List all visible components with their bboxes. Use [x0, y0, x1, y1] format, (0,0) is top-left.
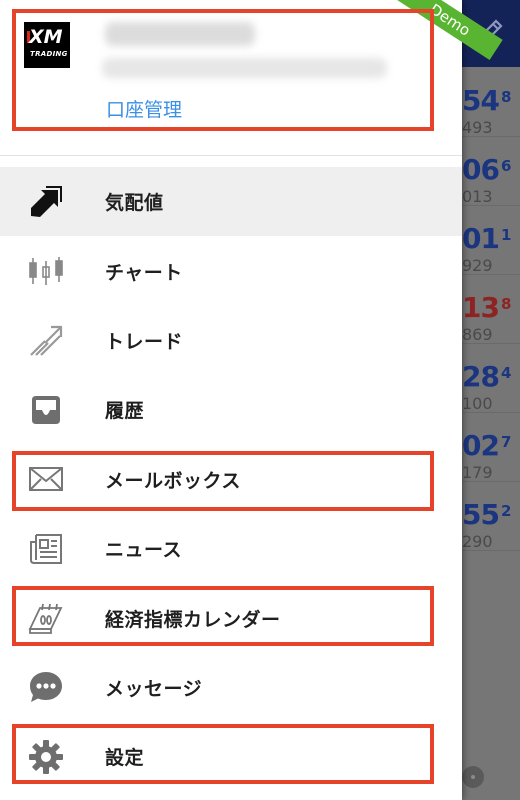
menu-label: トレード [105, 330, 184, 353]
quote-sub-price: 100 [462, 394, 493, 413]
quote-row[interactable]: 54 8 493 [462, 68, 520, 137]
quote-row[interactable]: 02 7 179 [462, 413, 520, 482]
quote-price: 06 6 [462, 153, 511, 186]
history-icon [27, 391, 65, 429]
menu-item-history[interactable]: 履歴 [0, 375, 462, 444]
quote-row[interactable]: 13 8 869 [462, 275, 520, 344]
quotes-icon [27, 183, 65, 221]
menu-item-chart[interactable]: チャート [0, 236, 462, 305]
quote-row[interactable]: 06 6 013 [462, 137, 520, 206]
quote-price: 02 7 [462, 429, 511, 462]
highlight-mailbox-box [12, 451, 434, 511]
menu-item-news[interactable]: ニュース [0, 514, 462, 583]
menu-label: 履歴 [105, 400, 145, 423]
quote-price: 55 2 [462, 498, 511, 531]
quotes-background: 54 8 493 06 6 013 01 1 929 13 8 869 28 4 100 … [462, 0, 520, 800]
menu-item-trade[interactable]: トレード [0, 306, 462, 375]
menu-item-message[interactable]: メッセージ [0, 653, 462, 722]
menu-label: 気配値 [105, 192, 164, 215]
quote-row[interactable]: 28 4 100 [462, 344, 520, 413]
news-icon [27, 530, 65, 568]
quote-price: 13 8 [462, 291, 511, 324]
quote-sub-price: 869 [462, 325, 493, 344]
menu-label: ニュース [105, 539, 183, 562]
quote-price: 01 1 [462, 222, 511, 255]
highlight-account-box [12, 9, 434, 131]
highlight-settings-box [12, 724, 434, 784]
quote-sub-price: 179 [462, 463, 493, 482]
quote-sub-price: 493 [462, 118, 493, 137]
chart-icon [27, 252, 65, 290]
quote-sub-price: 929 [462, 256, 493, 275]
trade-icon [27, 321, 65, 359]
message-icon [27, 668, 65, 706]
quote-price: 28 4 [462, 360, 511, 393]
quote-price: 54 8 [462, 84, 511, 117]
quote-sub-price: 013 [462, 187, 493, 206]
divider [0, 155, 462, 156]
quote-row[interactable]: 01 1 929 [462, 206, 520, 275]
menu-label: メッセージ [105, 677, 203, 700]
quote-sub-price: 290 [462, 532, 493, 551]
quote-row[interactable]: 55 2 290 [462, 482, 520, 551]
more-dots-icon[interactable] [462, 766, 484, 788]
highlight-calendar-box [12, 586, 434, 646]
menu-label: チャート [105, 261, 183, 284]
menu-item-quotes[interactable]: 気配値 [0, 167, 462, 237]
